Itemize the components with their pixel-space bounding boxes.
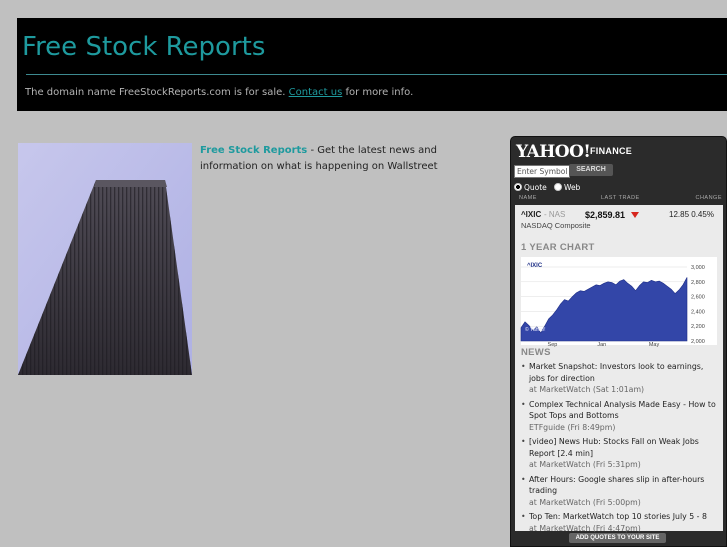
domain-sale-text: The domain name FreeStockReports.com is … — [25, 87, 286, 98]
chart-y-tick-label: 2,800 — [691, 280, 705, 286]
quote-name: NASDAQ Composite — [521, 221, 591, 230]
news-source: at MarketWatch (Fri 5:00pm) — [529, 497, 641, 507]
one-year-chart[interactable]: 3,0002,8002,6002,4002,2002,000 Sep Jan May… — [515, 257, 723, 347]
site-title: Free Stock Reports — [22, 32, 266, 62]
quote-column-headers: NAME LAST TRADE CHANGE — [519, 195, 722, 203]
chart-y-tick-label: 2,200 — [691, 324, 705, 330]
quote-price: $2,859.81 — [585, 210, 626, 220]
news-item: Top Ten: MarketWatch top 10 stories July… — [521, 511, 719, 534]
news-item: Complex Technical Analysis Made Easy - H… — [521, 399, 719, 434]
quote-panel: ^IXIC - NAS $2,859.81 12.85 0.45% NASDAQ… — [515, 205, 723, 533]
news-title: NEWS — [521, 347, 551, 358]
domain-sale-notice: The domain name FreeStockReports.com is … — [25, 87, 413, 98]
quote-symbol[interactable]: ^IXIC — [521, 210, 541, 219]
chart-y-tick-label: 3,000 — [691, 265, 705, 271]
news-headline-link[interactable]: Market Snapshot: Investors look to earni… — [529, 362, 703, 383]
web-radio[interactable] — [553, 183, 562, 191]
quote-radio-label: Quote — [524, 183, 547, 192]
news-headline-link[interactable]: Top Ten: MarketWatch top 10 stories July… — [529, 512, 707, 521]
skyscraper-photo — [18, 143, 192, 375]
quote-radio[interactable] — [514, 183, 522, 191]
col-change: CHANGE — [695, 195, 722, 201]
intro-highlight: Free Stock Reports — [200, 145, 308, 156]
contact-us-link[interactable]: Contact us — [289, 87, 343, 98]
chart-x-tick-label: Jan — [597, 342, 606, 347]
web-radio-label: Web — [563, 183, 581, 192]
chart-y-tick-label: 2,000 — [691, 339, 705, 345]
header-divider — [26, 74, 727, 75]
chart-y-tick-label: 2,600 — [691, 295, 705, 301]
yahoo-finance-widget: YAHOO! FINANCE Enter Symbol SEARCH Quote… — [510, 136, 727, 547]
site-header: Free Stock Reports The domain name FreeS… — [17, 18, 727, 111]
chart-symbol-label: ^IXIC — [527, 263, 543, 269]
search-mode-radios: Quote Web — [514, 183, 580, 192]
finance-label: FINANCE — [590, 146, 633, 156]
news-source: at MarketWatch (Sat 1:01am) — [529, 385, 645, 394]
news-headline-link[interactable]: After Hours: Google shares slip in after… — [529, 475, 704, 496]
chart-watermark: © Yahoo! — [525, 326, 545, 333]
chart-y-tick-label: 2,400 — [691, 309, 705, 315]
quote-exchange: - NAS — [544, 210, 566, 219]
add-quotes-button[interactable]: ADD QUOTES TO YOUR SITE — [569, 533, 666, 543]
search-button[interactable]: SEARCH — [569, 164, 613, 176]
news-item: [video] News Hub: Stocks Fall on Weak Jo… — [521, 436, 719, 471]
news-source: ETFguide (Fri 8:49pm) — [529, 422, 616, 432]
down-arrow-icon — [631, 212, 639, 218]
intro-text: Free Stock Reports - Get the latest news… — [200, 143, 495, 175]
news-item: Market Snapshot: Investors look to earni… — [521, 361, 719, 396]
col-name: NAME — [519, 195, 537, 201]
news-list: Market Snapshot: Investors look to earni… — [521, 361, 719, 537]
symbol-search-input[interactable]: Enter Symbol — [514, 165, 570, 178]
col-last-trade: LAST TRADE — [601, 195, 640, 201]
chart-x-tick-label: May — [649, 342, 660, 347]
news-source: at MarketWatch (Fri 5:31pm) — [529, 460, 641, 469]
yahoo-logo[interactable]: YAHOO! — [516, 142, 591, 162]
chart-title: 1 YEAR CHART — [521, 242, 595, 253]
news-item: After Hours: Google shares slip in after… — [521, 474, 719, 509]
quote-change: 12.85 0.45% — [669, 210, 714, 219]
news-headline-link[interactable]: Complex Technical Analysis Made Easy - H… — [529, 400, 716, 421]
domain-sale-suffix: for more info. — [345, 87, 414, 98]
news-headline-link[interactable]: [video] News Hub: Stocks Fall on Weak Jo… — [529, 437, 699, 458]
